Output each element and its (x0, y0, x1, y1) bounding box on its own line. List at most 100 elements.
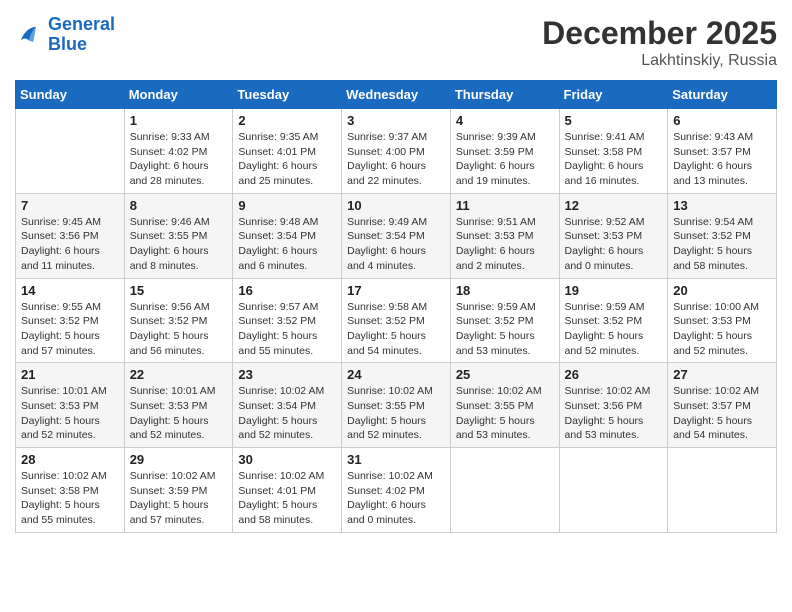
day-number: 7 (21, 198, 119, 213)
day-info: Sunrise: 9:59 AM Sunset: 3:52 PM Dayligh… (565, 300, 663, 359)
day-number: 5 (565, 113, 663, 128)
day-number: 8 (130, 198, 228, 213)
day-number: 24 (347, 367, 445, 382)
day-number: 2 (238, 113, 336, 128)
calendar-cell: 23Sunrise: 10:02 AM Sunset: 3:54 PM Dayl… (233, 363, 342, 448)
day-number: 21 (21, 367, 119, 382)
calendar-cell: 11 Sunrise: 9:51 AM Sunset: 3:53 PM Dayli… (450, 193, 559, 278)
calendar-table: SundayMondayTuesdayWednesdayThursdayFrid… (15, 80, 777, 533)
week-row-4: 21 Sunrise: 10:01 AM Sunset: 3:53 PM Dayl… (16, 363, 777, 448)
week-row-2: 7 Sunrise: 9:45 AM Sunset: 3:56 PM Daylig… (16, 193, 777, 278)
day-number: 13 (673, 198, 771, 213)
day-number: 9 (238, 198, 336, 213)
calendar-cell: 22 Sunrise: 10:01 AM Sunset: 3:53 PM Dayl… (124, 363, 233, 448)
day-info: Sunrise: 9:49 AM Sunset: 3:54 PM Dayligh… (347, 215, 445, 274)
calendar-cell: 18 Sunrise: 9:59 AM Sunset: 3:52 PM Dayli… (450, 278, 559, 363)
calendar-cell: 7 Sunrise: 9:45 AM Sunset: 3:56 PM Daylig… (16, 193, 125, 278)
day-number: 30 (238, 452, 336, 467)
day-info: Sunrise: 9:55 AM Sunset: 3:52 PM Dayligh… (21, 300, 119, 359)
day-number: 28 (21, 452, 119, 467)
day-info: Sunrise: 10:02 AM Sunset: 3:58 PM Daylig… (21, 469, 119, 528)
day-number: 1 (130, 113, 228, 128)
day-info: Sunrise: 10:02 AM Sunset: 3:55 PM Daylig… (347, 384, 445, 443)
page-header: General Blue December 2025 Lakhtinskiy, … (15, 15, 777, 70)
calendar-cell: 26Sunrise: 10:02 AM Sunset: 3:56 PM Dayl… (559, 363, 668, 448)
calendar-cell (559, 448, 668, 533)
calendar-cell: 4Sunrise: 9:39 AM Sunset: 3:59 PM Daylig… (450, 109, 559, 194)
week-row-5: 28 Sunrise: 10:02 AM Sunset: 3:58 PM Dayl… (16, 448, 777, 533)
day-info: Sunrise: 10:01 AM Sunset: 3:53 PM Daylig… (130, 384, 228, 443)
day-info: Sunrise: 9:48 AM Sunset: 3:54 PM Dayligh… (238, 215, 336, 274)
calendar-cell: 21 Sunrise: 10:01 AM Sunset: 3:53 PM Dayl… (16, 363, 125, 448)
day-number: 15 (130, 283, 228, 298)
location-title: Lakhtinskiy, Russia (542, 52, 777, 70)
day-number: 14 (21, 283, 119, 298)
calendar-cell: 2 Sunrise: 9:35 AM Sunset: 4:01 PM Daylig… (233, 109, 342, 194)
day-number: 19 (565, 283, 663, 298)
day-number: 31 (347, 452, 445, 467)
week-row-3: 14 Sunrise: 9:55 AM Sunset: 3:52 PM Dayli… (16, 278, 777, 363)
day-number: 22 (130, 367, 228, 382)
day-info: Sunrise: 10:02 AM Sunset: 4:01 PM Daylig… (238, 469, 336, 528)
day-info: Sunrise: 9:51 AM Sunset: 3:53 PM Dayligh… (456, 215, 554, 274)
calendar-cell: 10 Sunrise: 9:49 AM Sunset: 3:54 PM Dayli… (342, 193, 451, 278)
day-info: Sunrise: 10:02 AM Sunset: 3:55 PM Daylig… (456, 384, 554, 443)
day-number: 16 (238, 283, 336, 298)
calendar-cell: 12Sunrise: 9:52 AM Sunset: 3:53 PM Dayli… (559, 193, 668, 278)
calendar-body: 1Sunrise: 9:33 AM Sunset: 4:02 PM Daylig… (16, 109, 777, 533)
calendar-cell: 16Sunrise: 9:57 AM Sunset: 3:52 PM Dayli… (233, 278, 342, 363)
day-info: Sunrise: 9:59 AM Sunset: 3:52 PM Dayligh… (456, 300, 554, 359)
day-info: Sunrise: 10:02 AM Sunset: 3:57 PM Daylig… (673, 384, 771, 443)
day-number: 10 (347, 198, 445, 213)
day-info: Sunrise: 9:46 AM Sunset: 3:55 PM Dayligh… (130, 215, 228, 274)
day-number: 29 (130, 452, 228, 467)
day-number: 11 (456, 198, 554, 213)
calendar-cell: 9 Sunrise: 9:48 AM Sunset: 3:54 PM Daylig… (233, 193, 342, 278)
day-info: Sunrise: 10:02 AM Sunset: 3:59 PM Daylig… (130, 469, 228, 528)
day-number: 3 (347, 113, 445, 128)
day-number: 27 (673, 367, 771, 382)
day-number: 18 (456, 283, 554, 298)
day-number: 25 (456, 367, 554, 382)
day-info: Sunrise: 9:52 AM Sunset: 3:53 PM Dayligh… (565, 215, 663, 274)
day-info: Sunrise: 9:45 AM Sunset: 3:56 PM Dayligh… (21, 215, 119, 274)
day-header-thursday: Thursday (450, 81, 559, 109)
day-number: 20 (673, 283, 771, 298)
calendar-cell: 5 Sunrise: 9:41 AM Sunset: 3:58 PM Daylig… (559, 109, 668, 194)
calendar-cell: 27 Sunrise: 10:02 AM Sunset: 3:57 PM Dayl… (668, 363, 777, 448)
calendar-cell: 8 Sunrise: 9:46 AM Sunset: 3:55 PM Daylig… (124, 193, 233, 278)
month-title: December 2025 (542, 15, 777, 52)
calendar-cell (16, 109, 125, 194)
title-block: December 2025 Lakhtinskiy, Russia (542, 15, 777, 70)
calendar-cell: 6 Sunrise: 9:43 AM Sunset: 3:57 PM Daylig… (668, 109, 777, 194)
calendar-cell: 28 Sunrise: 10:02 AM Sunset: 3:58 PM Dayl… (16, 448, 125, 533)
calendar-cell: 29 Sunrise: 10:02 AM Sunset: 3:59 PM Dayl… (124, 448, 233, 533)
day-info: Sunrise: 10:02 AM Sunset: 4:02 PM Daylig… (347, 469, 445, 528)
day-header-sunday: Sunday (16, 81, 125, 109)
day-info: Sunrise: 10:00 AM Sunset: 3:53 PM Daylig… (673, 300, 771, 359)
day-info: Sunrise: 9:37 AM Sunset: 4:00 PM Dayligh… (347, 130, 445, 189)
logo-text: General Blue (48, 15, 115, 55)
day-info: Sunrise: 9:41 AM Sunset: 3:58 PM Dayligh… (565, 130, 663, 189)
logo-icon (15, 21, 43, 49)
calendar-cell: 13 Sunrise: 9:54 AM Sunset: 3:52 PM Dayli… (668, 193, 777, 278)
calendar-cell: 14 Sunrise: 9:55 AM Sunset: 3:52 PM Dayli… (16, 278, 125, 363)
calendar-cell: 3 Sunrise: 9:37 AM Sunset: 4:00 PM Daylig… (342, 109, 451, 194)
calendar-cell: 15Sunrise: 9:56 AM Sunset: 3:52 PM Dayli… (124, 278, 233, 363)
day-info: Sunrise: 9:39 AM Sunset: 3:59 PM Dayligh… (456, 130, 554, 189)
logo: General Blue (15, 15, 115, 55)
day-number: 6 (673, 113, 771, 128)
day-info: Sunrise: 9:35 AM Sunset: 4:01 PM Dayligh… (238, 130, 336, 189)
day-info: Sunrise: 9:54 AM Sunset: 3:52 PM Dayligh… (673, 215, 771, 274)
calendar-cell: 25 Sunrise: 10:02 AM Sunset: 3:55 PM Dayl… (450, 363, 559, 448)
calendar-cell (668, 448, 777, 533)
day-header-saturday: Saturday (668, 81, 777, 109)
day-number: 17 (347, 283, 445, 298)
day-info: Sunrise: 10:01 AM Sunset: 3:53 PM Daylig… (21, 384, 119, 443)
day-header-tuesday: Tuesday (233, 81, 342, 109)
calendar-cell: 17Sunrise: 9:58 AM Sunset: 3:52 PM Dayli… (342, 278, 451, 363)
calendar-cell: 30 Sunrise: 10:02 AM Sunset: 4:01 PM Dayl… (233, 448, 342, 533)
calendar-cell (450, 448, 559, 533)
calendar-cell: 31 Sunrise: 10:02 AM Sunset: 4:02 PM Dayl… (342, 448, 451, 533)
day-info: Sunrise: 9:43 AM Sunset: 3:57 PM Dayligh… (673, 130, 771, 189)
